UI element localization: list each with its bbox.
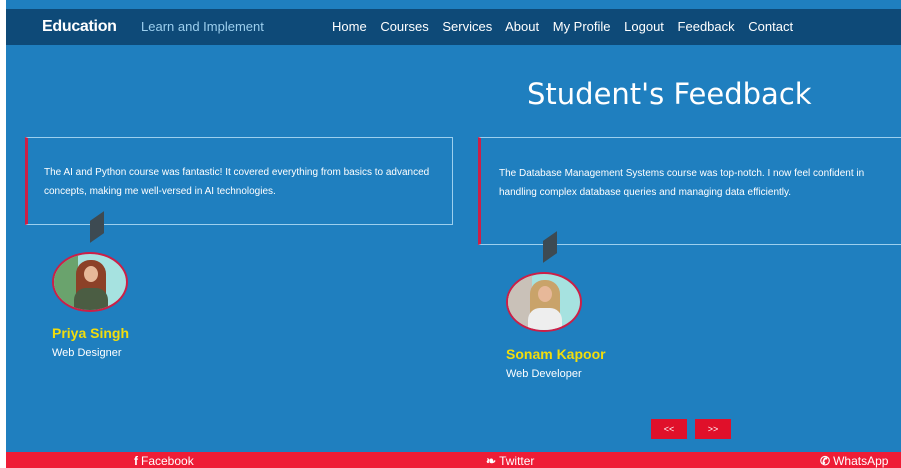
footer-social-bar: f Facebook ❧ Twitter ✆ WhatsApp	[6, 452, 901, 468]
testimonial-card: The AI and Python course was fantastic! …	[25, 137, 453, 225]
testimonial-text: The Database Management Systems course w…	[499, 168, 865, 198]
facebook-link[interactable]: f Facebook	[134, 454, 194, 468]
nav-link-services[interactable]: Services	[442, 19, 492, 34]
whatsapp-label: WhatsApp	[833, 454, 889, 468]
nav-link-logout[interactable]: Logout	[624, 19, 664, 34]
avatar	[52, 252, 128, 312]
nav-link-about[interactable]: About	[505, 19, 539, 34]
page-title: Student's Feedback	[527, 77, 812, 111]
brand-tagline: Learn and Implement	[141, 19, 264, 34]
testimonial-text: The AI and Python course was fantastic! …	[44, 167, 430, 197]
student-name: Sonam Kapoor	[506, 346, 606, 362]
nav-menu: Home Courses Services About My Profile L…	[332, 19, 793, 34]
avatar	[506, 272, 582, 332]
nav-link-my-profile[interactable]: My Profile	[553, 19, 611, 34]
twitter-icon: ❧	[486, 454, 497, 468]
carousel-prev-button[interactable]: <<	[651, 419, 687, 439]
nav-link-contact[interactable]: Contact	[748, 19, 793, 34]
nav-link-home[interactable]: Home	[332, 19, 367, 34]
twitter-label: Twitter	[499, 454, 535, 468]
whatsapp-icon: ✆	[820, 454, 831, 468]
nav-link-courses[interactable]: Courses	[380, 19, 428, 34]
student-name: Priya Singh	[52, 325, 130, 341]
facebook-label: Facebook	[141, 454, 194, 468]
navbar: Education Learn and Implement Home Cours…	[6, 9, 901, 45]
brand-logo[interactable]: Education	[42, 18, 117, 36]
carousel-next-button[interactable]: >>	[695, 419, 731, 439]
testimonial-card: The Database Management Systems course w…	[478, 137, 901, 245]
whatsapp-link[interactable]: ✆ WhatsApp	[820, 454, 888, 468]
student-role: Web Developer	[506, 368, 582, 380]
twitter-link[interactable]: ❧ Twitter	[486, 454, 534, 468]
student-role: Web Designer	[52, 347, 122, 359]
nav-link-feedback[interactable]: Feedback	[678, 19, 735, 34]
facebook-icon: f	[134, 454, 138, 468]
